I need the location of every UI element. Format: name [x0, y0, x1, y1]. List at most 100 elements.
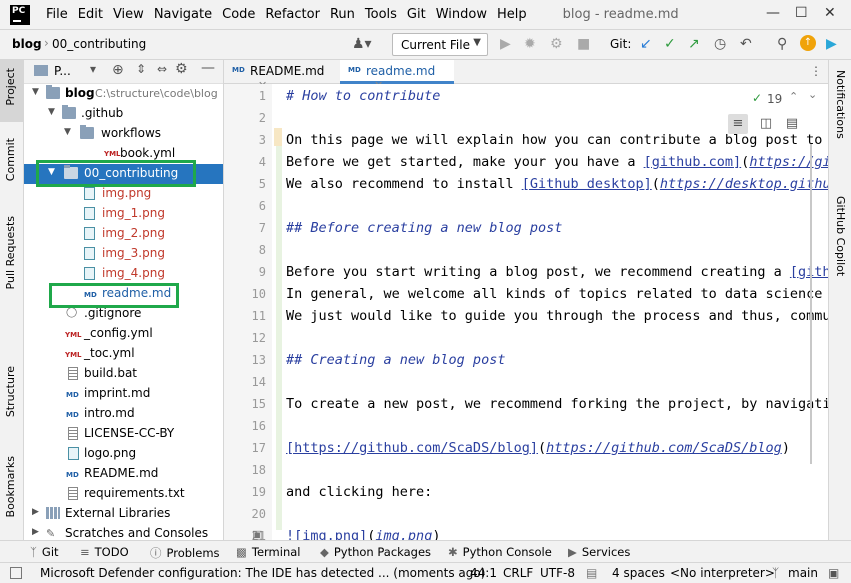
split-view-icon[interactable]: ◫ — [756, 114, 776, 134]
expand-all-icon[interactable]: ⇕ — [136, 62, 146, 76]
md-link-url[interactable]: https://github.com/ScaDS/blog — [546, 440, 782, 456]
status-message[interactable]: Microsoft Defender configuration: The ID… — [40, 566, 485, 580]
menu-tools[interactable]: Tools — [365, 7, 397, 22]
preview-only-view-icon[interactable]: ▤ — [782, 114, 802, 134]
tree-item-license[interactable]: LICENSE-CC-BY — [24, 424, 223, 444]
tool-services[interactable]: ▶ Services — [568, 545, 630, 559]
tree-item-requirements[interactable]: requirements.txt — [24, 484, 223, 504]
tool-git[interactable]: ᛉ Git — [30, 545, 59, 559]
menu-run[interactable]: Run — [330, 7, 355, 22]
menu-git[interactable]: Git — [407, 7, 426, 22]
history-icon[interactable]: ◷ — [714, 36, 726, 52]
user-icon[interactable]: ♟▾ — [352, 36, 372, 52]
project-panel-title[interactable]: P... — [54, 64, 71, 78]
tree-item-github[interactable]: ▼ .github — [24, 104, 223, 124]
git-commit-icon[interactable]: ✓ — [664, 36, 676, 52]
tab-github-copilot[interactable]: GitHub Copilot — [834, 196, 847, 276]
tab-structure[interactable]: Structure — [4, 366, 17, 417]
tree-item-imprint-md[interactable]: MD imprint.md — [24, 384, 223, 404]
stop-icon[interactable]: ■ — [577, 36, 590, 52]
md-link-text[interactable]: ![img.png] — [286, 528, 367, 540]
minimize-icon[interactable]: — — [766, 5, 780, 21]
chevron-down-icon[interactable]: ⌄ — [808, 88, 817, 101]
menu-view[interactable]: View — [113, 7, 144, 22]
md-link-url[interactable]: https://desktop.github — [660, 176, 828, 192]
menu-edit[interactable]: Edit — [78, 7, 103, 22]
git-update-icon[interactable]: ↙ — [640, 36, 652, 52]
gear-icon[interactable]: ⚙ — [175, 61, 188, 77]
collapse-all-icon[interactable]: ⇔ — [157, 62, 167, 76]
status-toggle-icon[interactable] — [10, 567, 22, 579]
tab-notifications[interactable]: Notifications — [834, 70, 847, 139]
dropdown-chevron-icon[interactable]: ▾ — [90, 62, 96, 76]
tree-item-img-2-png[interactable]: img_2.png — [24, 224, 223, 244]
tree-item-img-4-png[interactable]: img_4.png — [24, 264, 223, 284]
run-icon[interactable]: ▶ — [500, 36, 511, 52]
tool-python-console[interactable]: ✱ Python Console — [448, 545, 552, 559]
tool-terminal[interactable]: ▩ Terminal — [236, 545, 300, 559]
tree-item-img-png[interactable]: img.png — [24, 184, 223, 204]
breadcrumb-blog[interactable]: blog — [12, 37, 42, 51]
breadcrumb-00-contributing[interactable]: 00_contributing — [52, 37, 146, 51]
tree-item-config-yml[interactable]: YML _config.yml — [24, 324, 223, 344]
menu-refactor[interactable]: Refactor — [265, 7, 320, 22]
code-editor[interactable]: 1 2 3 4 5 6 7 8 9 10 11 12 13 14 15 16 1… — [224, 84, 828, 540]
run-config-select[interactable]: Current File ▼ — [392, 33, 488, 56]
more-vert-icon[interactable]: ⋮ — [810, 64, 822, 78]
file-encoding[interactable]: UTF-8 — [540, 566, 575, 580]
update-icon[interactable]: ↑ — [800, 35, 816, 51]
interpreter-setting[interactable]: <No interpreter> — [670, 566, 775, 580]
check-icon[interactable]: ✓ — [752, 91, 762, 105]
line-separator[interactable]: CRLF — [503, 566, 533, 580]
tree-item-readme-root[interactable]: MD README.md — [24, 464, 223, 484]
git-push-icon[interactable]: ↗ — [688, 36, 700, 52]
debug-icon[interactable]: ✹ — [524, 36, 536, 52]
coverage-icon[interactable]: ⚙ — [550, 36, 563, 52]
md-link-url[interactable]: https://git — [749, 154, 828, 170]
indent-setting[interactable]: 4 spaces — [612, 566, 665, 580]
locate-icon[interactable]: ⊕ — [112, 62, 124, 78]
md-link-text[interactable]: [Github desktop] — [522, 176, 652, 192]
tool-todo[interactable]: ≡ TODO — [80, 545, 129, 559]
chevron-up-icon[interactable]: ⌃ — [789, 90, 798, 103]
tree-item-img-3-png[interactable]: img_3.png — [24, 244, 223, 264]
tree-item-intro-md[interactable]: MD intro.md — [24, 404, 223, 424]
toolbox-icon[interactable]: ▶ — [826, 36, 837, 52]
tree-item-workflows[interactable]: ▼ workflows — [24, 124, 223, 144]
editor-only-view-icon[interactable]: ≡ — [728, 114, 748, 134]
tab-bookmarks[interactable]: Bookmarks — [4, 456, 17, 517]
tree-item-img-1-png[interactable]: img_1.png — [24, 204, 223, 224]
inspections-count[interactable]: 19 — [767, 92, 782, 106]
tree-item-build-bat[interactable]: build.bat — [24, 364, 223, 384]
tool-python-packages[interactable]: ◆ Python Packages — [320, 545, 431, 559]
tree-item-external-libraries[interactable]: ▶ External Libraries — [24, 504, 223, 524]
hide-panel-icon[interactable]: — — [201, 60, 215, 76]
md-link-url[interactable]: img.png — [375, 528, 432, 540]
git-branch[interactable]: main — [788, 566, 818, 580]
tree-item-logo-png[interactable]: logo.png — [24, 444, 223, 464]
tab-commit[interactable]: Commit — [4, 138, 17, 181]
caret-position[interactable]: 44:1 — [470, 566, 497, 580]
tree-item-blog[interactable]: ▼ blog C:\structure\code\blog — [24, 84, 223, 104]
close-icon[interactable]: ✕ — [824, 5, 836, 21]
md-link-text[interactable]: [github.com] — [644, 154, 742, 170]
tree-item-scratches[interactable]: ▶ ✎ Scratches and Consoles — [24, 524, 223, 540]
menu-navigate[interactable]: Navigate — [154, 7, 212, 22]
search-icon[interactable]: ⚲ — [777, 36, 787, 52]
menu-file[interactable]: File — [46, 7, 68, 22]
memory-icon[interactable]: ▣ — [828, 566, 839, 580]
tab-project[interactable]: Project — [4, 68, 17, 106]
tool-problems[interactable]: ⓘ Problems — [150, 545, 220, 561]
menu-code[interactable]: Code — [222, 7, 255, 22]
rollback-icon[interactable]: ↶ — [740, 36, 752, 52]
md-link-text[interactable]: [https://github.com/ScaDS/blog] — [286, 440, 538, 456]
tab-readme-root[interactable]: MD README.md ✕ — [224, 60, 338, 92]
md-link-text[interactable]: [githu — [790, 264, 828, 280]
maximize-icon[interactable]: ☐ — [795, 5, 808, 21]
menu-window[interactable]: Window — [436, 7, 487, 22]
tab-pull-requests[interactable]: Pull Requests — [4, 216, 17, 289]
tab-readme-active[interactable]: MD readme.md ✕ — [340, 60, 454, 92]
vertical-scrollbar[interactable] — [810, 144, 812, 464]
tree-item-toc-yml[interactable]: YML _toc.yml — [24, 344, 223, 364]
menu-help[interactable]: Help — [497, 7, 527, 22]
